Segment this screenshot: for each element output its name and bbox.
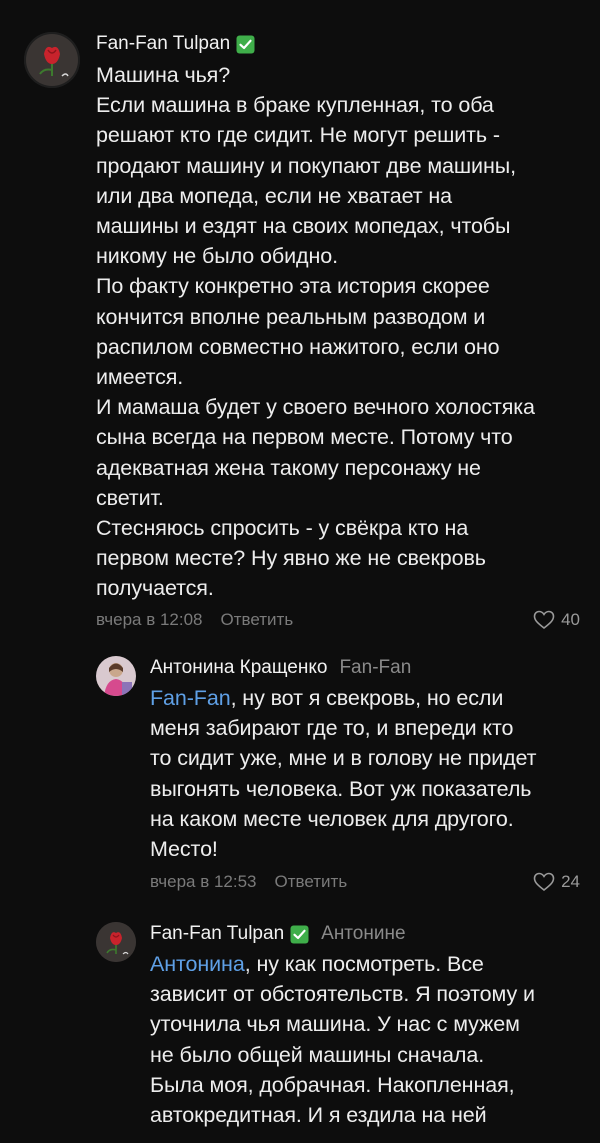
reply-to-name[interactable]: Антонине	[321, 922, 405, 946]
text-first-line: , ну вот я свекровь, но если	[230, 686, 504, 710]
text-line: имеется.	[96, 365, 184, 390]
text-line: получается.	[96, 576, 214, 601]
author-name[interactable]: Fan-Fan Tulpan	[96, 32, 230, 56]
text-line: уточнила чья машина. У нас с мужем	[150, 1012, 520, 1037]
mention-link[interactable]: Fan-Fan	[150, 686, 231, 710]
mention-link[interactable]: Антонина	[150, 952, 245, 976]
author-name[interactable]: Антонина Кращенко	[150, 656, 327, 680]
text-line: автокредитная. И я ездила на ней	[150, 1103, 487, 1128]
text-line: продают машину и покупают две машины,	[96, 153, 516, 178]
comment-header: Fan-Fan Tulpan	[96, 32, 580, 56]
timestamp: вчера в 12:53	[150, 872, 257, 892]
text-line: Стесняюсь спросить - у свёкра кто на	[96, 516, 469, 541]
comment-text: Антонина, ну как посмотреть. Все зависит …	[150, 949, 580, 1130]
comment-meta: вчера в 12:08 Ответить 40	[96, 608, 580, 632]
comment-content: Fan-Fan Tulpan Машина чья? Если машина в …	[96, 32, 580, 632]
text-line: на каком месте человек для другого.	[150, 806, 514, 831]
author-name[interactable]: Fan-Fan Tulpan	[150, 922, 284, 946]
text-line: И мамаша будет у своего вечного холостяк…	[96, 395, 535, 420]
text-line: не было общей машины сначала.	[150, 1042, 485, 1067]
tulip-avatar-icon	[96, 922, 136, 962]
comment: Fan-Fan Tulpan Машина чья? Если машина в …	[24, 32, 580, 632]
text-line: Место!	[150, 837, 218, 862]
avatar[interactable]	[24, 32, 80, 88]
reply-button[interactable]: Ответить	[275, 870, 348, 894]
text-line: первом месте? Ну явно же не свекровь	[96, 546, 486, 571]
text-line: кончится вполне реальным разводом и	[96, 304, 486, 329]
text-line: адекватная жена такому персонажу не	[96, 455, 481, 480]
text-line: По факту конкретно эта история скорее	[96, 274, 490, 299]
comment-header: Fan-Fan Tulpan Антонине	[150, 922, 580, 946]
text-line: Машина чья?	[96, 63, 231, 87]
text-line: светит.	[96, 485, 164, 510]
like-button[interactable]: 24	[533, 870, 580, 894]
text-line: машины и ездят на своих мопедах, чтобы	[96, 214, 511, 239]
heart-icon	[533, 872, 555, 892]
verified-check-icon	[290, 925, 309, 943]
heart-icon	[533, 610, 555, 629]
text-line: Если машина в браке купленная, то оба	[96, 93, 494, 118]
text-line: решают кто где сидит. Не могут решить -	[96, 123, 500, 148]
text-first-line: , ну как посмотреть. Все	[244, 952, 484, 976]
comment-text: Машина чья? Если машина в браке купленная…	[96, 60, 580, 604]
comment-reply: Fan-Fan Tulpan Антонине Антонина, ну как…	[96, 922, 580, 1130]
comment-content: Антонина Кращенко Fan-Fan Fan-Fan, ну во…	[150, 656, 580, 894]
text-line: или два мопеда, если не хватает на	[96, 183, 453, 208]
woman-avatar-icon	[96, 656, 136, 696]
comment-reply: Антонина Кращенко Fan-Fan Fan-Fan, ну во…	[96, 656, 580, 894]
comment-meta: вчера в 12:53 Ответить 24	[150, 870, 580, 894]
text-line: то сидит уже, мне и в голову не придет	[150, 746, 537, 771]
like-button[interactable]: 40	[533, 608, 580, 632]
like-count: 24	[561, 872, 580, 892]
comment-text: Fan-Fan, ну вот я свекровь, но если меня …	[150, 683, 580, 864]
verified-check-icon	[236, 35, 255, 53]
text-line: меня забирают где то, и впереди кто	[150, 716, 514, 741]
text-line: зависит от обстоятельств. Я поэтому и	[150, 982, 535, 1007]
text-line: никому не было обидно.	[96, 244, 338, 269]
tulip-avatar-icon	[24, 32, 80, 88]
comment-header: Антонина Кращенко Fan-Fan	[150, 656, 580, 680]
comment-content: Fan-Fan Tulpan Антонине Антонина, ну как…	[150, 922, 580, 1130]
timestamp: вчера в 12:08	[96, 609, 203, 629]
text-line: сына всегда на первом месте. Потому что	[96, 425, 513, 450]
like-count: 40	[561, 609, 580, 629]
text-line: выгонять человека. Вот уж показатель	[150, 776, 532, 801]
text-line: распилом совместно нажитого, если оно	[96, 334, 500, 359]
reply-to-name[interactable]: Fan-Fan	[339, 656, 411, 680]
avatar[interactable]	[96, 656, 136, 696]
text-line: Была моя, добрачная. Накопленная,	[150, 1072, 515, 1097]
reply-button[interactable]: Ответить	[221, 608, 294, 632]
avatar[interactable]	[96, 922, 136, 962]
